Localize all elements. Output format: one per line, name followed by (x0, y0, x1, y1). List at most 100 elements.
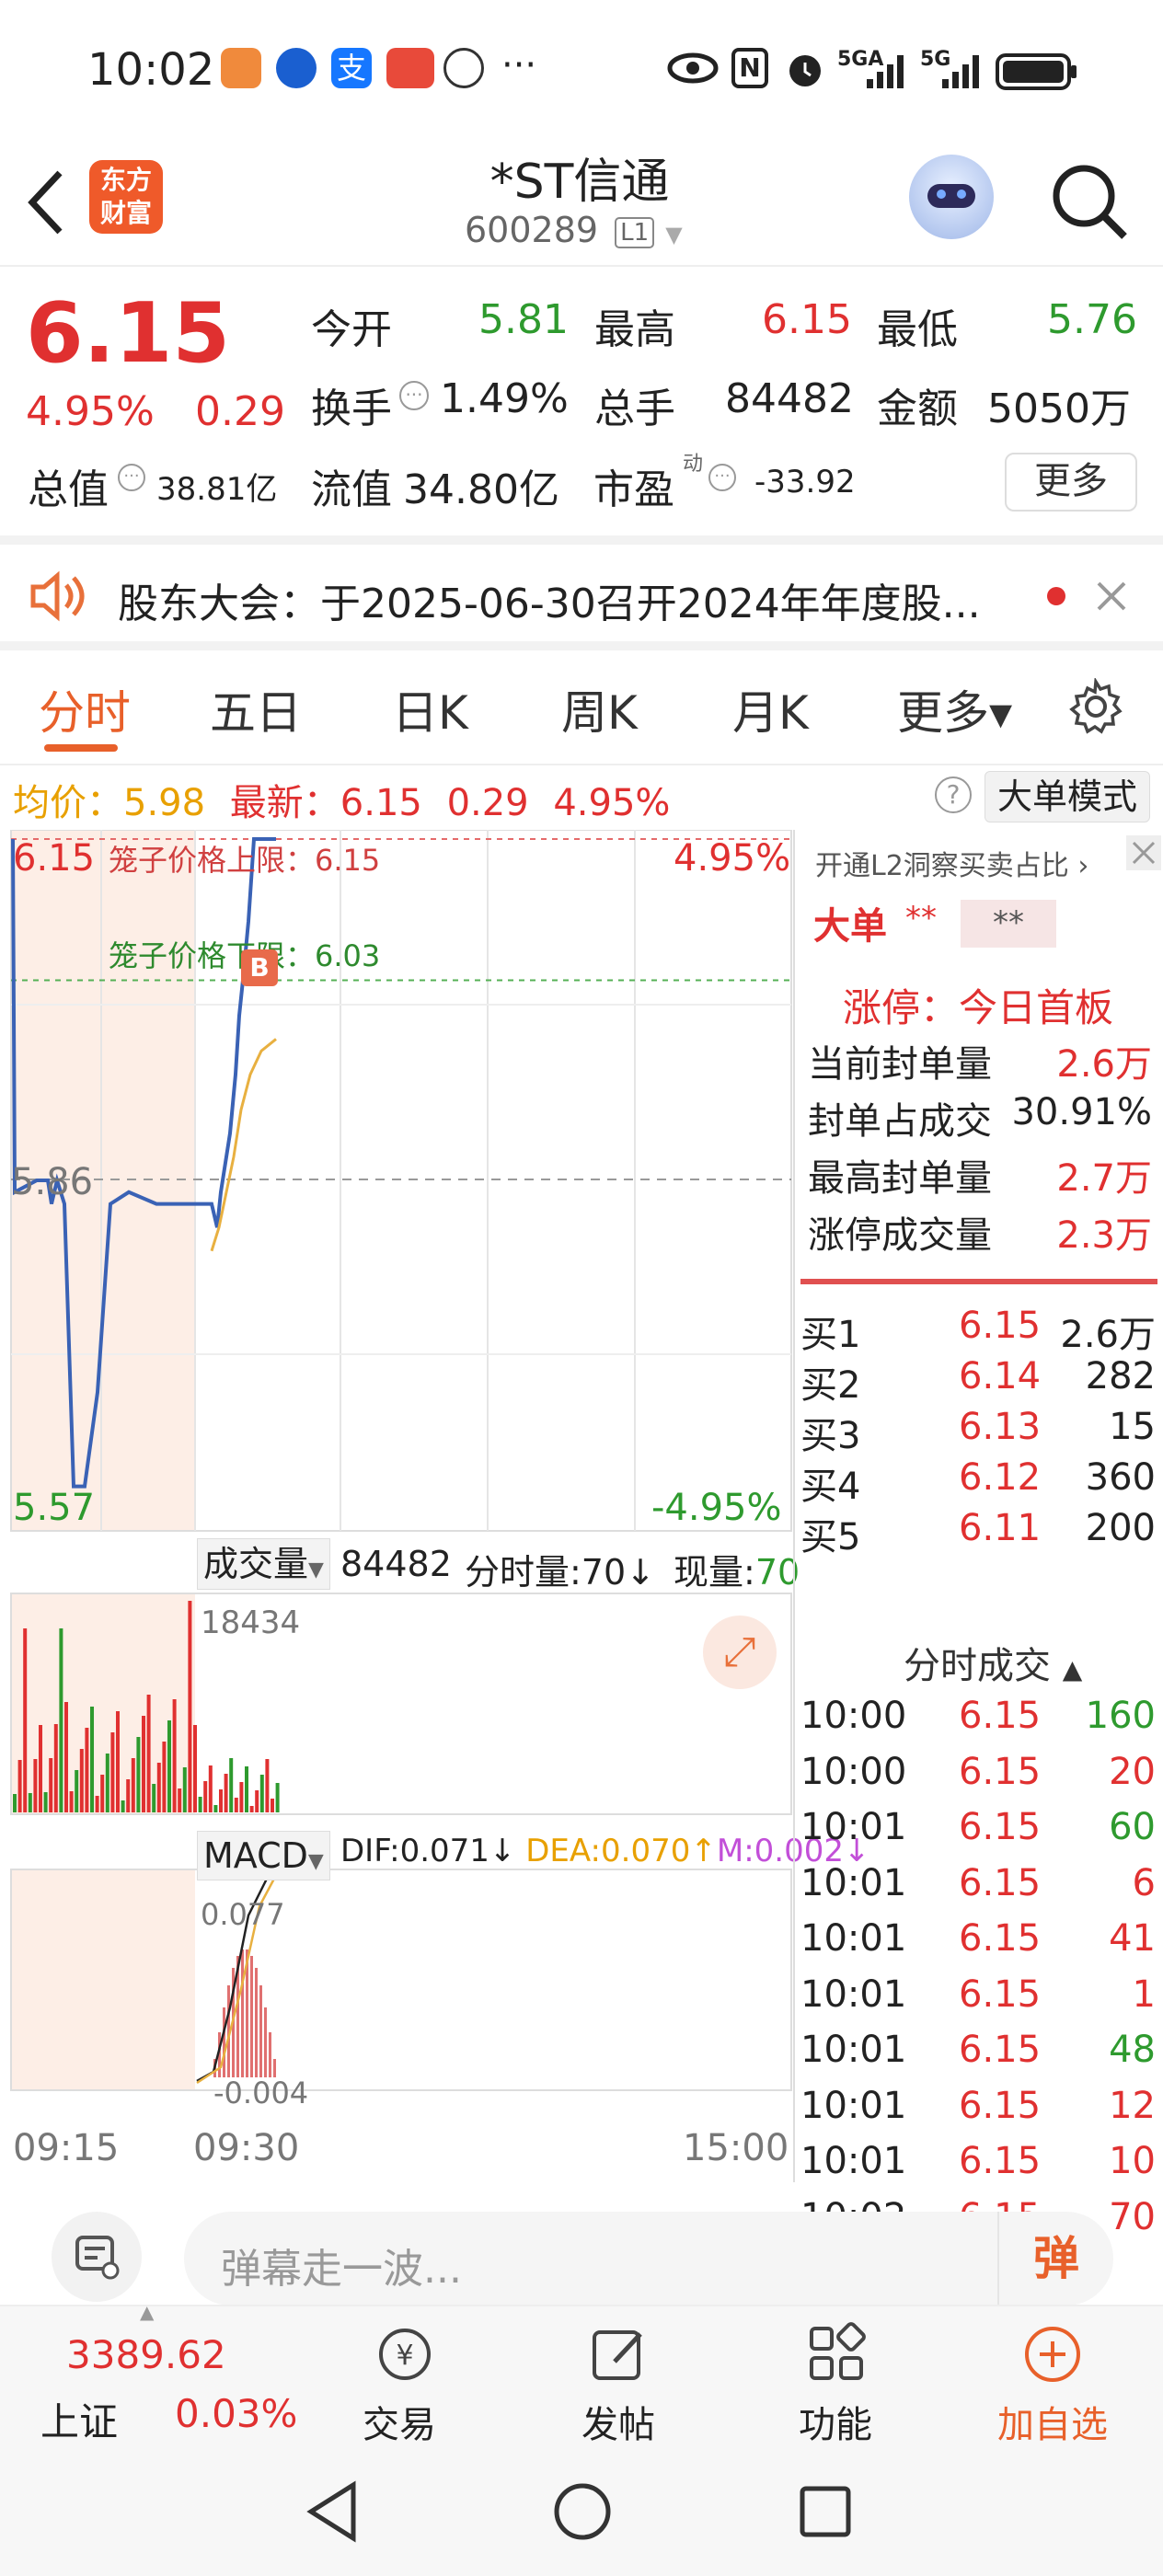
app-logo[interactable]: 东方 财富 (89, 160, 163, 234)
macd-values: DIF:0.071↓ DEA:0.070↑M:0.002↓ (340, 1833, 870, 1869)
volume-bar (23, 1628, 28, 1812)
close-icon[interactable] (1126, 835, 1161, 870)
volume-bar (203, 1781, 208, 1812)
latest-pct: 4.95% (553, 782, 671, 824)
tab-more[interactable]: 更多▾ (897, 676, 1012, 742)
tab-daily-k[interactable]: 日K (392, 676, 468, 742)
close-icon[interactable] (1095, 580, 1128, 613)
tab-intraday[interactable]: 分时 (39, 676, 131, 742)
danmu-toggle-button[interactable]: 弹 (997, 2212, 1113, 2306)
x-tick-start: 09:15 (13, 2127, 120, 2169)
x-tick-close: 15:00 (683, 2127, 789, 2169)
high-value: 6.15 (762, 296, 852, 343)
trade-row: 10:01 6.15 1 (800, 1973, 1159, 2029)
info-icon[interactable]: ··· (399, 381, 429, 410)
pct-axis-top: 4.95% (674, 837, 791, 880)
limit-stat-row: 最高封单量 2.7万 (808, 1148, 1159, 1203)
macd-label: MACD (203, 1835, 308, 1876)
volume-bar (146, 1695, 151, 1812)
search-icon[interactable] (1049, 161, 1130, 242)
trade-volume: 1 (1132, 1972, 1156, 2016)
home-circle-icon[interactable] (550, 2479, 615, 2544)
trade-price: 6.15 (959, 2084, 1042, 2127)
index-ticker[interactable]: ▲ 3389.62 上证 0.03% (0, 2301, 304, 2454)
l2-link-text: 开通L2洞察买卖占比 (815, 850, 1069, 882)
trade-volume: 6 (1132, 1861, 1156, 1904)
volume-bar (275, 1783, 280, 1812)
bid-volume: 2.6万 (1060, 1314, 1156, 1356)
trade-price: 6.15 (959, 1861, 1042, 1904)
info-icon[interactable]: ··· (708, 464, 736, 491)
trade-time: 10:01 (800, 1972, 907, 2016)
stock-code: 600289 (465, 210, 599, 250)
volume-bar (182, 1767, 187, 1812)
avg-price-label: 均价： (13, 782, 123, 824)
status-bar: 10:02 支 ··· N 5GA 5G (0, 0, 1163, 138)
volume-bar (75, 1770, 79, 1812)
low-label: 最低 (877, 306, 958, 353)
nav-trade[interactable]: ¥ 交易 (350, 2306, 460, 2454)
tab-five-day[interactable]: 五日 (210, 676, 302, 742)
volume-bar (79, 1749, 84, 1812)
volume-bar (245, 1766, 248, 1812)
bid-volume: 200 (1085, 1507, 1156, 1549)
trade-row: 10:01 6.15 12 (800, 2085, 1159, 2140)
volume-bar (90, 1707, 94, 1812)
volume-bar (110, 1732, 115, 1812)
help-icon[interactable]: ? (935, 776, 972, 813)
notice-bar[interactable]: 股东大会：于2025-06-30召开2024年年度股... (0, 535, 1163, 650)
nav-functions[interactable]: 功能 (782, 2306, 892, 2454)
back-triangle-icon[interactable] (304, 2479, 363, 2544)
bid-level: 买5 (800, 1516, 861, 1558)
info-icon[interactable]: ··· (118, 464, 145, 491)
volume-bar (198, 1797, 202, 1812)
trade-price: 6.15 (959, 1750, 1042, 1793)
stock-header: 东方 财富 *ST信通 600289 L1 ▼ (0, 138, 1163, 267)
recents-square-icon[interactable] (797, 2483, 854, 2540)
interval-volume: 分时量:70↓ (465, 1552, 656, 1593)
tab-monthly-k[interactable]: 月K (732, 676, 809, 742)
compose-icon[interactable] (52, 2212, 142, 2302)
stat-label: 封单占成交 (808, 1100, 992, 1143)
trade-row: 10:00 6.15 20 (800, 1751, 1159, 1806)
nav-add-watchlist[interactable]: 加自选 (985, 2306, 1123, 2454)
l2-upgrade-link[interactable]: 开通L2洞察买卖占比 › (815, 843, 1088, 883)
trade-volume: 10 (1109, 2140, 1156, 2182)
volume-selector[interactable]: 成交量▼ (197, 1538, 330, 1590)
macd-bar (241, 1949, 244, 2077)
bid-price: 6.11 (959, 1507, 1042, 1549)
stock-code-row[interactable]: 600289 L1 ▼ (465, 210, 683, 250)
nav-post[interactable]: 发帖 (565, 2306, 675, 2454)
volume-bar (162, 1742, 167, 1812)
volume-bar (265, 1759, 270, 1812)
assistant-robot-avatar[interactable] (909, 155, 994, 239)
caret-up-icon: ▲ (1062, 1654, 1083, 1685)
expand-icon[interactable]: ⤢ (703, 1616, 777, 1689)
big-order-mode-button[interactable]: 大单模式 (985, 771, 1150, 822)
back-arrow-icon[interactable] (23, 166, 69, 239)
bid-price: 6.15 (959, 1305, 1042, 1347)
trade-time: 10:01 (800, 2029, 907, 2071)
more-button[interactable]: 更多 (1005, 453, 1137, 512)
more-notifications-icon: ··· (501, 44, 537, 86)
pct-axis-bottom: -4.95% (651, 1487, 782, 1529)
danmu-input[interactable]: 弹幕走一波... 弹 (184, 2212, 1113, 2306)
settings-gear-icon[interactable] (1067, 678, 1124, 735)
volume-bar (105, 1754, 109, 1812)
trades-title[interactable]: 分时成交 ▲ (904, 1636, 1082, 1689)
limit-stat-row: 封单占成交 30.91% (808, 1091, 1159, 1146)
tab-weekly-k[interactable]: 周K (561, 676, 638, 742)
order-panel: 开通L2洞察买卖占比 › 大单 ** ** 涨停：今日首板 当前封单量 2.6万封… (793, 830, 1163, 2238)
trade-volume: 48 (1109, 2029, 1156, 2071)
buy-marker-icon[interactable]: B (241, 949, 278, 986)
macd-selector[interactable]: MACD▼ (197, 1831, 330, 1880)
price-chart[interactable] (0, 830, 793, 2118)
chart-tabs: 分时 五日 日K 周K 月K 更多▾ (0, 650, 1163, 765)
volume-label: 成交量 (203, 1544, 309, 1584)
limit-up-title: 涨停：今日首板 (843, 985, 1114, 1030)
alipay-icon: 支 (331, 48, 372, 88)
bid-row: 买3 6.13 15 (800, 1406, 1159, 1461)
volume-bar (13, 1794, 17, 1812)
pe-label: 市盈 (593, 466, 674, 513)
nav-trade-label: 交易 (363, 2404, 436, 2446)
